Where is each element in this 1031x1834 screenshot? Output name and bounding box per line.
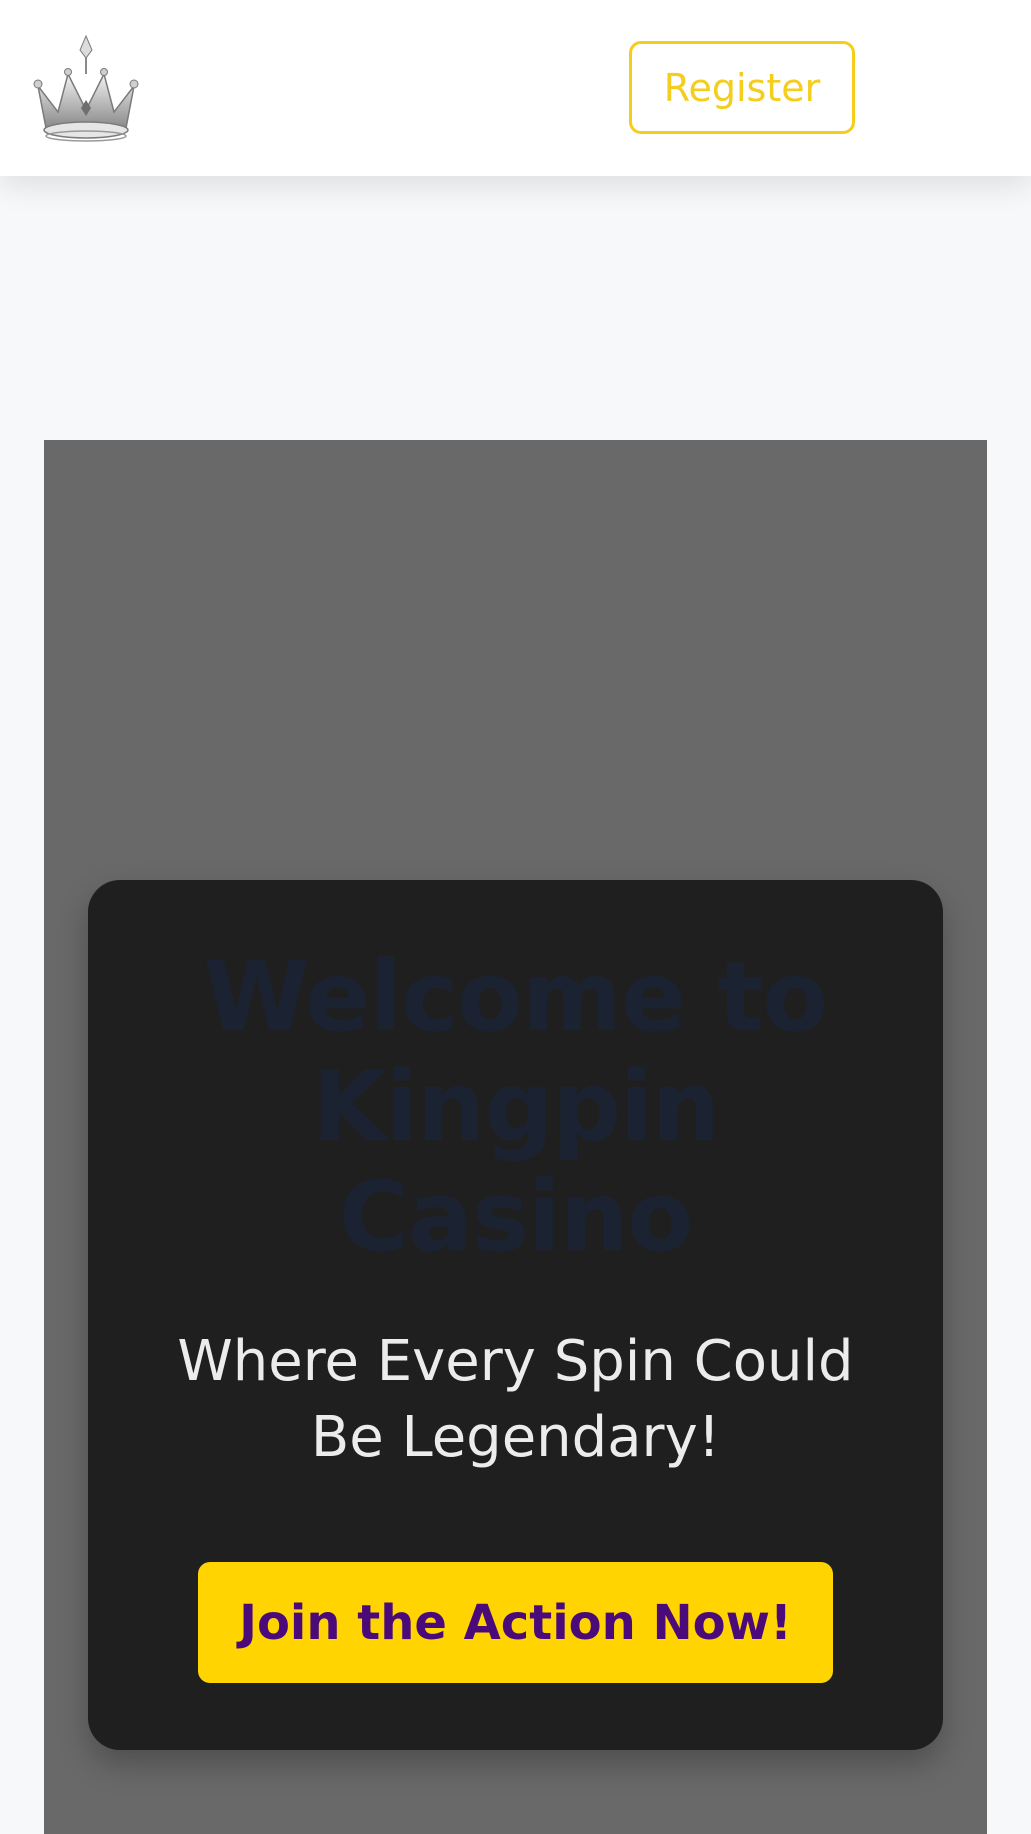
register-button[interactable]: Register [629,41,855,134]
hero-title-line: Kingpin [311,1051,720,1163]
hero-title-line: Casino [338,1161,694,1273]
hero-subtitle-line: Be Legendary! [310,1405,721,1470]
hero-section: Welcome to Kingpin Casino Where Every Sp… [44,440,987,1834]
join-action-button[interactable]: Join the Action Now! [198,1562,833,1683]
welcome-card: Welcome to Kingpin Casino Where Every Sp… [88,880,943,1750]
hero-subtitle: Where Every Spin Could Be Legendary! [88,1324,943,1476]
hero-title-line: Welcome to [203,941,829,1053]
crown-logo-icon[interactable] [28,30,144,146]
hero-title: Welcome to Kingpin Casino [88,942,943,1272]
site-header: Register [0,0,1031,176]
hero-subtitle-line: Where Every Spin Could [177,1329,854,1394]
